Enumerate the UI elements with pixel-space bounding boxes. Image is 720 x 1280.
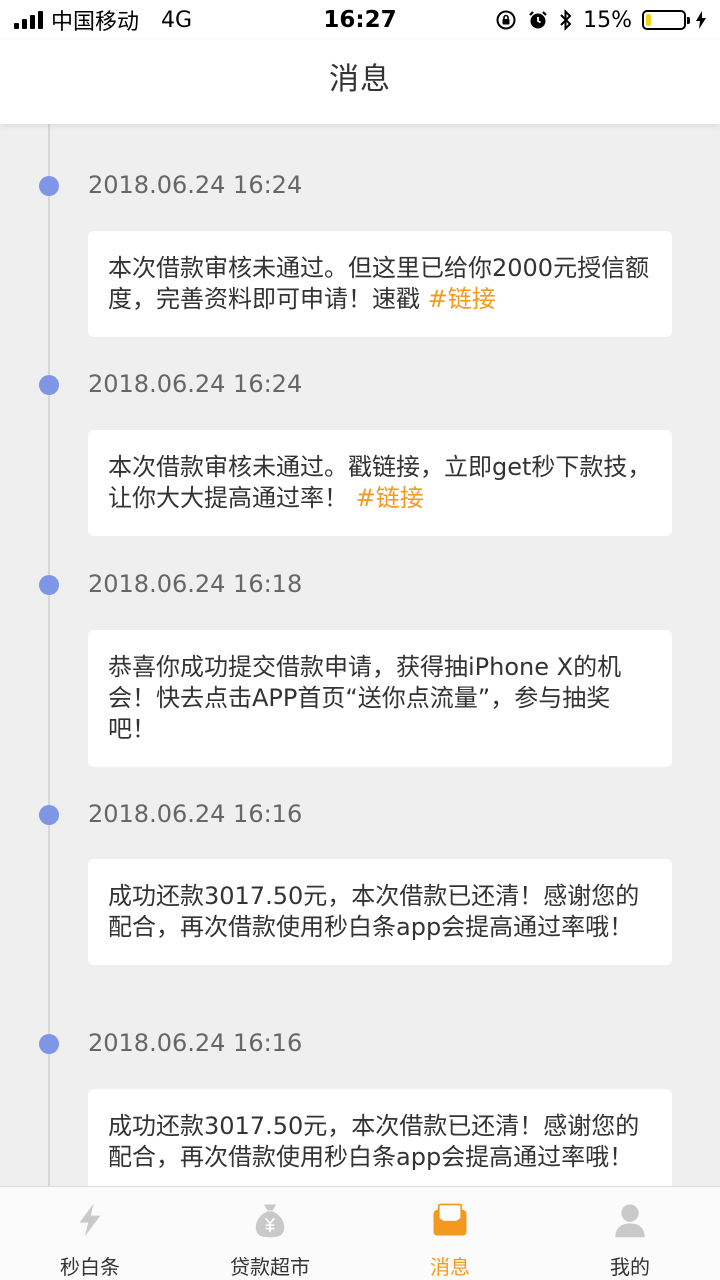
message-card[interactable]: 本次借款审核未通过。但这里已给你2000元授信额度，完善资料即可申请！速戳 #链… bbox=[88, 231, 672, 337]
navigation-bar: 消息 bbox=[0, 40, 720, 124]
timeline-dot bbox=[39, 375, 59, 395]
message-text: 成功还款3017.50元，本次借款已还清！感谢您的配合，再次借款使用秒白条app… bbox=[108, 1112, 640, 1171]
status-bar: 中国移动 4G 16:27 15% bbox=[0, 0, 720, 40]
tab-mine[interactable]: 我的 bbox=[540, 1187, 720, 1280]
tab-loan-market[interactable]: 贷款超市 bbox=[180, 1187, 360, 1280]
timeline-dot bbox=[39, 1034, 59, 1054]
status-bar-right: 15% bbox=[495, 0, 706, 40]
message-time: 2018.06.24 16:16 bbox=[88, 1029, 303, 1057]
battery-level bbox=[646, 14, 652, 26]
message-card[interactable]: 成功还款3017.50元，本次借款已还清！感谢您的配合，再次借款使用秒白条app… bbox=[88, 1089, 672, 1186]
message-time: 2018.06.24 16:24 bbox=[88, 370, 303, 398]
person-icon bbox=[615, 1204, 645, 1238]
message-card[interactable]: 恭喜你成功提交借款申请，获得抽iPhone X的机会！快去点击APP首页“送你点… bbox=[88, 630, 672, 767]
timeline-dot bbox=[39, 176, 59, 196]
tab-label: 秒白条 bbox=[60, 1255, 120, 1279]
message-time: 2018.06.24 16:24 bbox=[88, 171, 303, 199]
charging-icon bbox=[696, 11, 706, 29]
message-text: 成功还款3017.50元，本次借款已还清！感谢您的配合，再次借款使用秒白条app… bbox=[108, 882, 640, 941]
message-time: 2018.06.24 16:18 bbox=[88, 570, 303, 598]
message-time: 2018.06.24 16:16 bbox=[88, 800, 303, 828]
envelope-icon bbox=[433, 1203, 467, 1236]
alarm-icon bbox=[529, 11, 547, 29]
lightning-icon bbox=[79, 1203, 101, 1237]
tab-label: 我的 bbox=[610, 1255, 650, 1279]
page-title: 消息 bbox=[329, 62, 391, 97]
message-link[interactable]: #链接 bbox=[356, 484, 424, 512]
timeline-dot bbox=[39, 575, 59, 595]
message-text: 恭喜你成功提交借款申请，获得抽iPhone X的机会！快去点击APP首页“送你点… bbox=[108, 653, 622, 743]
tab-label: 消息 bbox=[430, 1255, 470, 1279]
tab-messages[interactable]: 消息 bbox=[360, 1187, 540, 1280]
tab-bar: 秒白条 贷款超市 消息 我的 bbox=[0, 1186, 720, 1280]
timeline-dot bbox=[39, 805, 59, 825]
message-list[interactable]: 2018.06.24 16:24 本次借款审核未通过。但这里已给你2000元授信… bbox=[0, 124, 720, 1186]
message-card[interactable]: 本次借款审核未通过。戳链接，立即get秒下款技，让你大大提高通过率！ #链接 bbox=[88, 430, 672, 536]
message-link[interactable]: #链接 bbox=[428, 285, 496, 313]
money-bag-icon bbox=[255, 1204, 285, 1238]
message-text: 本次借款审核未通过。但这里已给你2000元授信额度，完善资料即可申请！速戳 bbox=[108, 254, 650, 313]
timeline-line bbox=[48, 124, 50, 1186]
message-card[interactable]: 成功还款3017.50元，本次借款已还清！感谢您的配合，再次借款使用秒白条app… bbox=[88, 859, 672, 965]
battery-icon bbox=[642, 10, 690, 30]
battery-percent: 15% bbox=[583, 7, 632, 33]
tab-label: 贷款超市 bbox=[230, 1255, 310, 1279]
rotation-lock-icon bbox=[496, 10, 516, 30]
tab-miaobaitiao[interactable]: 秒白条 bbox=[0, 1187, 180, 1280]
bluetooth-icon bbox=[560, 9, 572, 31]
